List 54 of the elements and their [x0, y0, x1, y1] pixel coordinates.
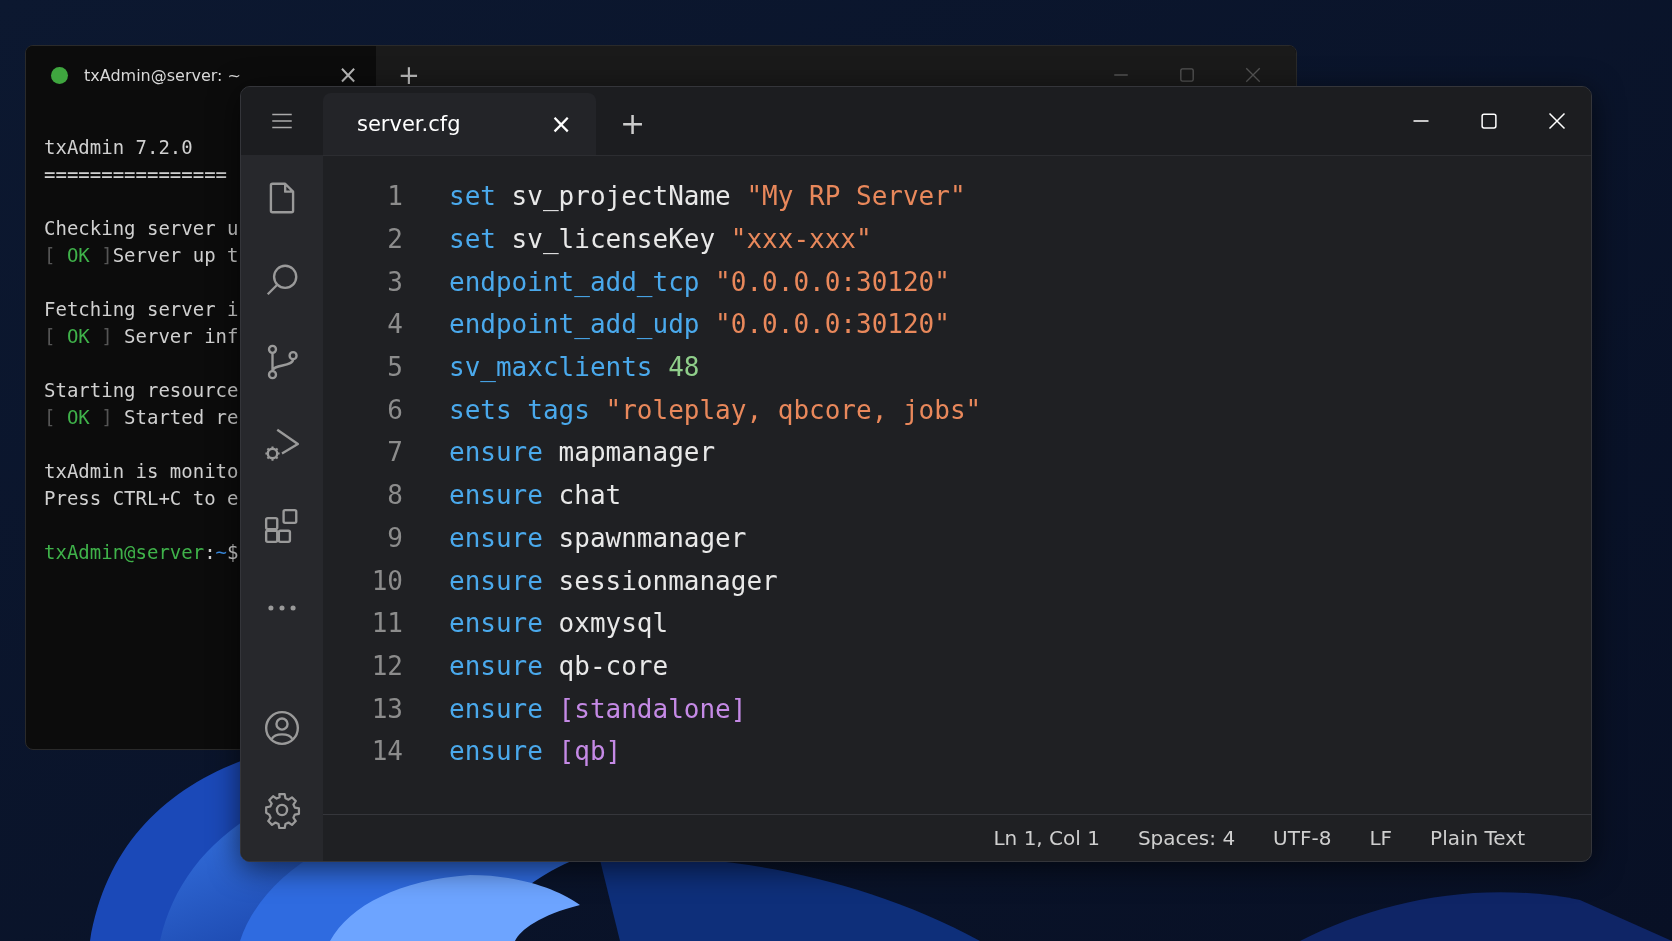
code-line: sv_maxclients 48	[449, 352, 700, 383]
terminal-line: txAdmin 7.2.0	[44, 135, 193, 160]
maximize-icon[interactable]	[1479, 111, 1499, 131]
terminal-line: Checking server u	[44, 216, 239, 241]
code-line: ensure mapmanager	[449, 437, 716, 468]
tab-close-button[interactable]: ×	[550, 111, 572, 137]
terminal-line: Press CTRL+C to e	[44, 486, 239, 511]
status-item[interactable]: Ln 1, Col 1	[993, 826, 1100, 850]
settings-icon[interactable]	[263, 791, 301, 829]
line-number: 2	[386, 224, 403, 255]
status-item[interactable]: Plain Text	[1430, 826, 1525, 850]
account-icon[interactable]	[263, 709, 301, 747]
tab-close-button[interactable]: ×	[337, 63, 358, 87]
terminal-line: ================	[44, 162, 228, 187]
terminal-line: txAdmin@server:~$	[44, 540, 239, 565]
line-number: 3	[386, 266, 403, 297]
status-item[interactable]: LF	[1369, 826, 1393, 850]
code-line: ensure sessionmanager	[449, 565, 778, 596]
code-line: endpoint_add_udp "0.0.0.0:30120"	[449, 309, 950, 340]
line-number: 14	[370, 736, 403, 767]
terminal-line: [ OK ]Server up t	[44, 243, 239, 268]
line-number: 6	[386, 394, 403, 425]
terminal-line: Starting resource	[44, 378, 239, 403]
line-number: 4	[386, 309, 403, 340]
line-number: 9	[386, 522, 403, 553]
code-line: ensure spawnmanager	[449, 522, 747, 553]
new-tab-button[interactable]: +	[398, 62, 420, 88]
code-line: ensure chat	[449, 480, 622, 511]
line-number: 1	[386, 181, 403, 212]
code-line: endpoint_add_tcp "0.0.0.0:30120"	[449, 266, 950, 297]
new-tab-button[interactable]: +	[620, 93, 646, 155]
file-tab[interactable]: server.cfg ×	[323, 93, 596, 155]
code-line: sets tags "roleplay, qbcore, jobs"	[449, 394, 982, 425]
code-line: set sv_projectName "My RP Server"	[449, 181, 966, 212]
status-item[interactable]: UTF-8	[1273, 826, 1332, 850]
code-line: ensure oxmysql	[449, 608, 669, 639]
status-dot	[51, 66, 68, 84]
line-number: 10	[370, 565, 403, 596]
status-item[interactable]: Spaces: 4	[1137, 826, 1236, 850]
line-number: 8	[386, 480, 403, 511]
line-number: 12	[370, 650, 403, 681]
terminal-line: [ OK ] Server inf	[44, 324, 239, 349]
terminal-tab-title[interactable]: txAdmin@server: ~	[84, 65, 338, 85]
line-number: 11	[370, 608, 403, 639]
code-line: ensure [qb]	[449, 736, 622, 767]
line-number: 7	[386, 437, 403, 468]
terminal-line: txAdmin is monito	[44, 459, 239, 484]
code-line: set sv_licenseKey "xxx-xxx"	[449, 224, 872, 255]
terminal-line: Fetching server i	[44, 297, 239, 322]
code-line: ensure qb-core	[449, 650, 669, 681]
line-number: 13	[370, 693, 403, 724]
line-number: 5	[386, 352, 403, 383]
terminal-line: [ OK ] Started re	[44, 405, 239, 430]
code-line: ensure [standalone]	[449, 693, 747, 724]
